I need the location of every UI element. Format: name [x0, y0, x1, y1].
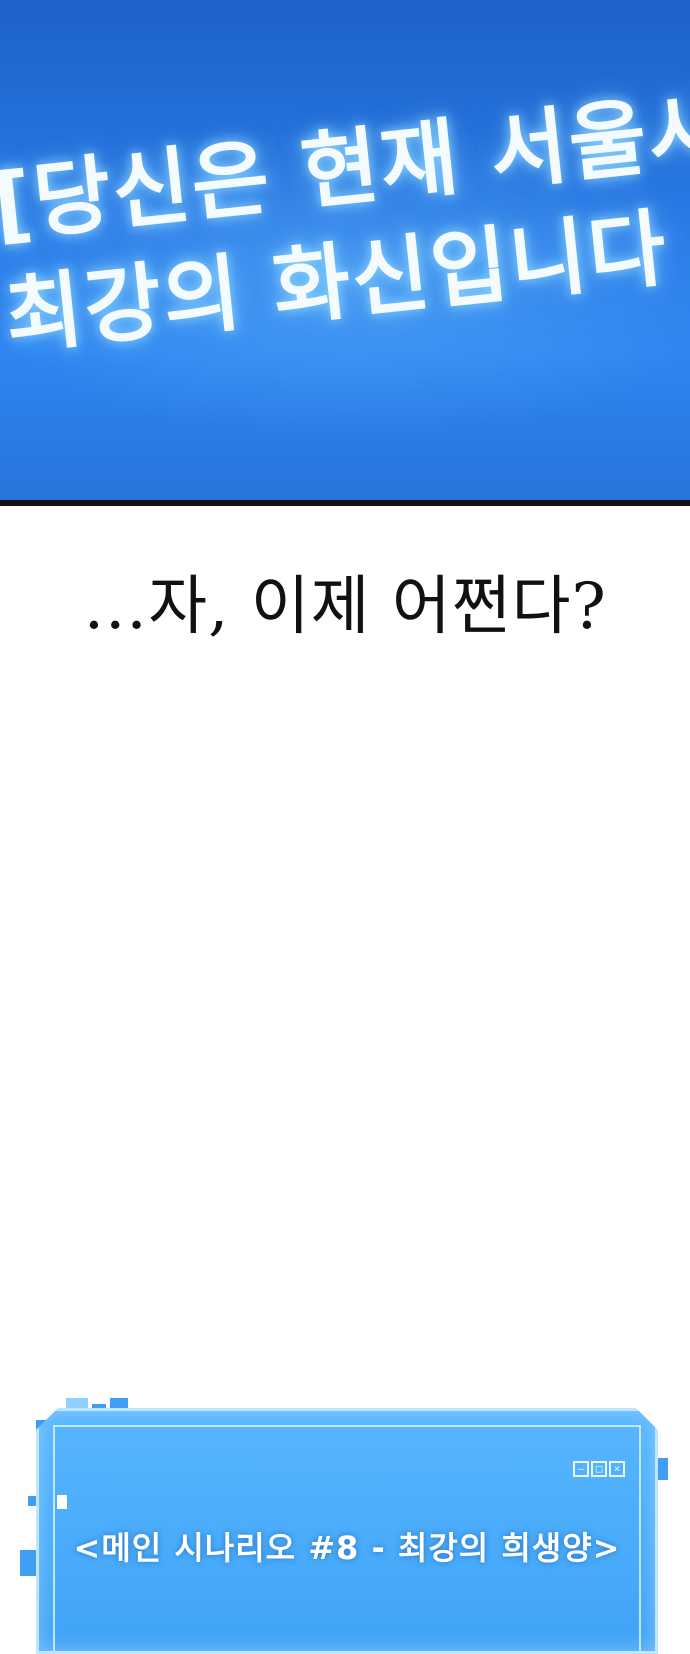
system-message-panel: [당신은 현재 서울시 최강의 화신입니다: [0, 0, 690, 506]
scenario-title: <메인 시나리오 #8 - 최강의 희생양>: [73, 1529, 621, 1567]
window-controls: – □ ×: [573, 1461, 625, 1477]
narration-text: …자, 이제 어쩐다?: [83, 570, 607, 644]
close-icon[interactable]: ×: [609, 1461, 625, 1477]
maximize-icon[interactable]: □: [591, 1461, 607, 1477]
pixel-decoration: [57, 1495, 67, 1509]
scenario-window: – □ × <메인 시나리오 #8 - 최강의 희생양>: [36, 1408, 658, 1654]
pixel-decoration: [28, 1496, 36, 1506]
minimize-icon[interactable]: –: [573, 1461, 589, 1477]
pixel-decoration: [20, 1550, 36, 1576]
